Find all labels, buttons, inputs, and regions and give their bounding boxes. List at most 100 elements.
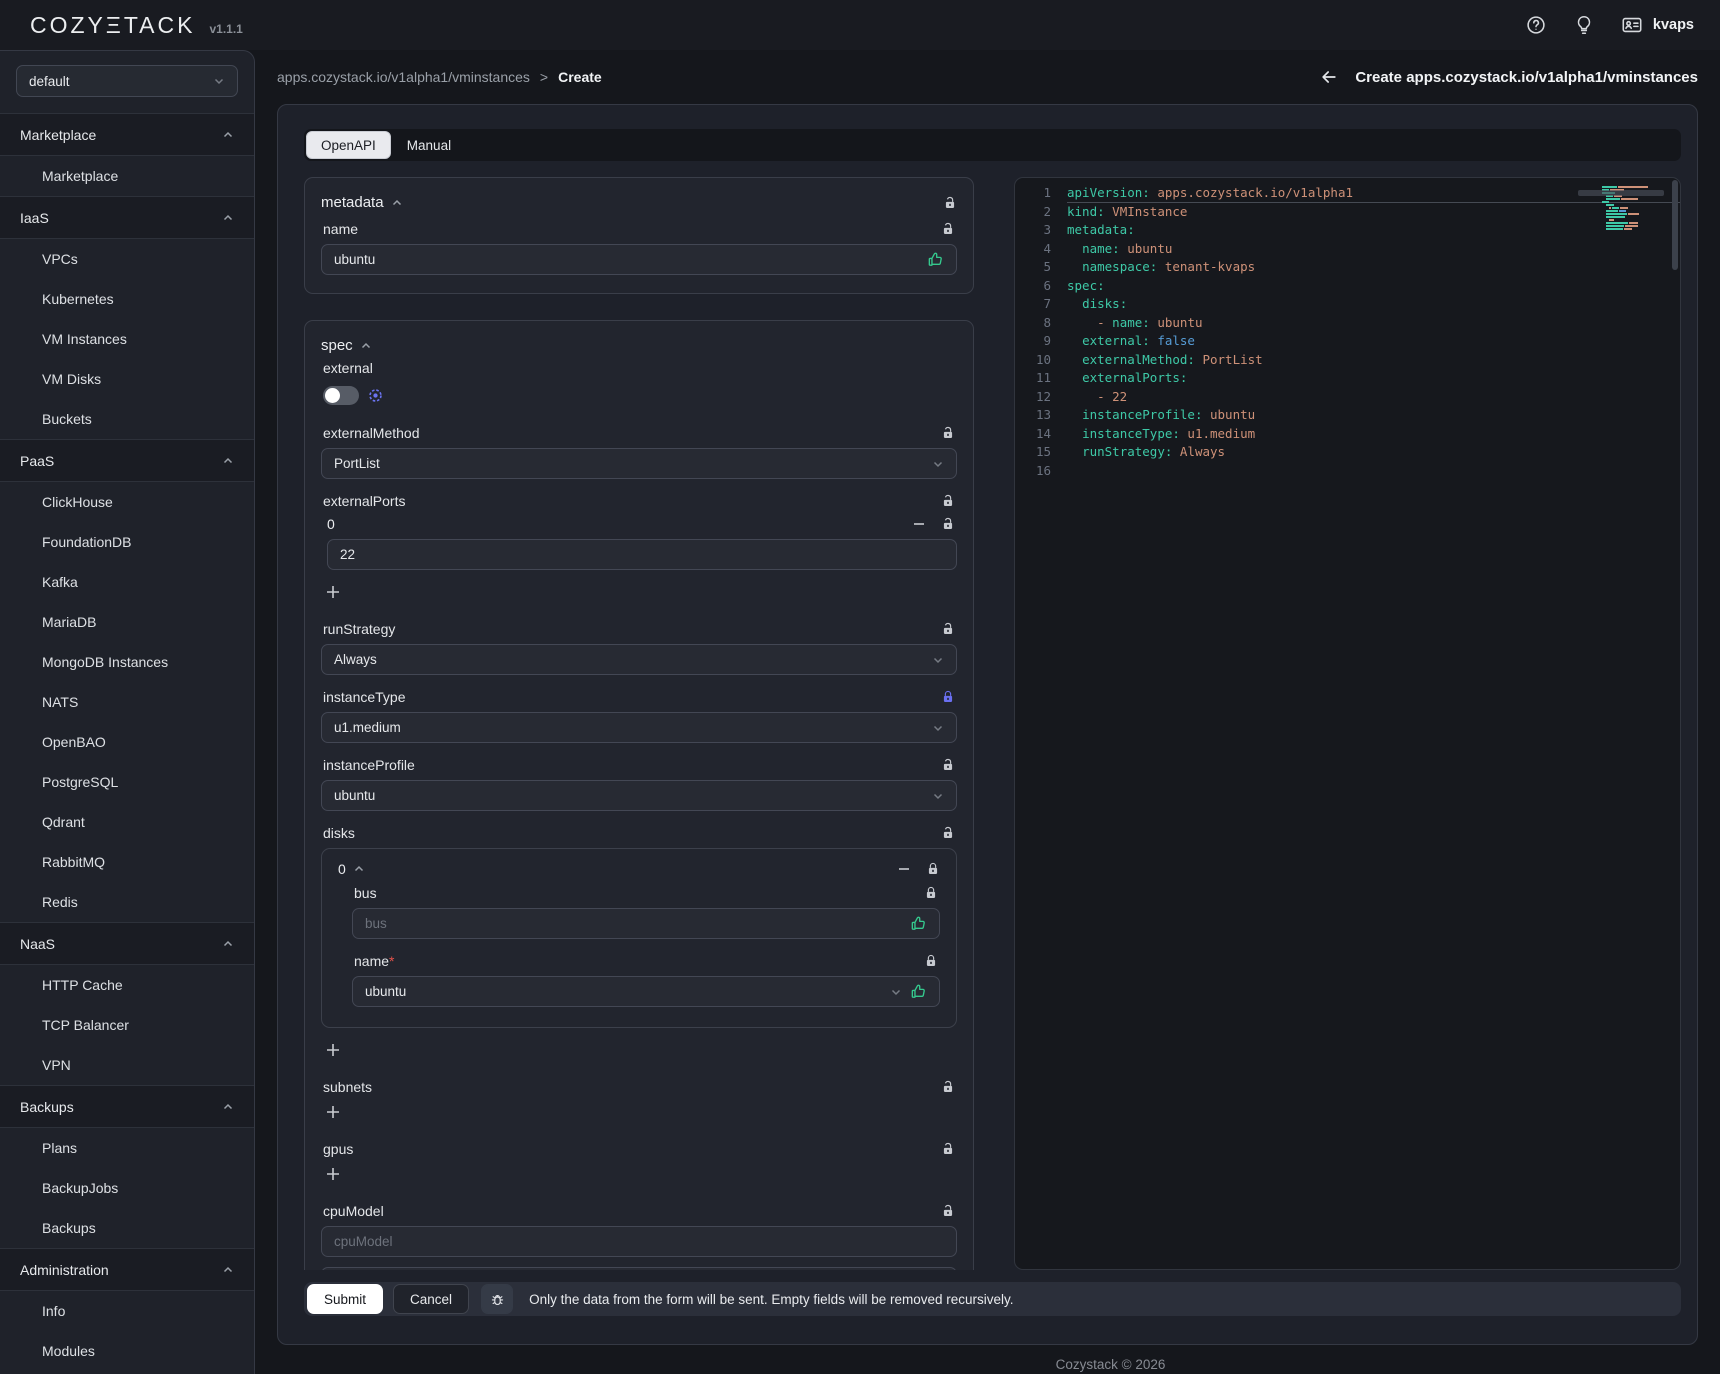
sidebar-section-backups[interactable]: Backups	[0, 1085, 254, 1128]
thumbs-up-icon[interactable]	[910, 983, 927, 1000]
metadata-collapse[interactable]: metadata	[321, 194, 403, 211]
sidebar-section-administration[interactable]: Administration	[0, 1248, 254, 1291]
plus-icon[interactable]	[323, 1040, 343, 1060]
sidebar-item-clickhouse[interactable]: ClickHouse	[0, 482, 254, 522]
code-line[interactable]: 9 external: false	[1015, 332, 1680, 351]
sidebar-item-backupjobs[interactable]: BackupJobs	[0, 1168, 254, 1208]
debug-button[interactable]	[481, 1284, 513, 1314]
user-menu[interactable]: kvaps	[1621, 14, 1694, 36]
sidebar-item-http-cache[interactable]: HTTP Cache	[0, 965, 254, 1005]
instanceProfile-select[interactable]: ubuntu	[321, 780, 957, 811]
next-field-input-partial[interactable]	[321, 1267, 957, 1270]
sidebar-item-qdrant[interactable]: Qdrant	[0, 802, 254, 842]
minimap-slider[interactable]	[1578, 190, 1664, 196]
externalPorts-item-input[interactable]	[340, 547, 944, 562]
sidebar-section-naas[interactable]: NaaS	[0, 922, 254, 965]
instanceType-select[interactable]: u1.medium	[321, 712, 957, 743]
breadcrumb-path[interactable]: apps.cozystack.io/v1alpha1/vminstances	[277, 69, 530, 85]
external-toggle[interactable]	[323, 386, 359, 405]
thumbs-up-icon[interactable]	[927, 251, 944, 268]
disks-bus-input[interactable]	[365, 916, 902, 931]
sidebar-item-redis[interactable]: Redis	[0, 882, 254, 922]
metadata-name-input[interactable]	[334, 252, 919, 267]
plus-icon[interactable]	[323, 1102, 343, 1122]
lock-open-icon[interactable]	[941, 1080, 955, 1094]
code-line[interactable]: 11 externalPorts:	[1015, 369, 1680, 388]
sidebar-item-vpn[interactable]: VPN	[0, 1045, 254, 1085]
tab-openapi[interactable]: OpenAPI	[306, 131, 391, 159]
lock-open-icon[interactable]	[941, 222, 955, 236]
sidebar-item-info[interactable]: Info	[0, 1291, 254, 1331]
sidebar-item-mongodb-instances[interactable]: MongoDB Instances	[0, 642, 254, 682]
code-line[interactable]: 8 - name: ubuntu	[1015, 314, 1680, 333]
code-line[interactable]: 5 namespace: tenant-kvaps	[1015, 258, 1680, 277]
sidebar-item-vm-instances[interactable]: VM Instances	[0, 319, 254, 359]
help-icon[interactable]	[1525, 14, 1547, 36]
cancel-button[interactable]: Cancel	[393, 1284, 469, 1314]
sidebar-item-tcp-balancer[interactable]: TCP Balancer	[0, 1005, 254, 1045]
sidebar-item-openbao[interactable]: OpenBAO	[0, 722, 254, 762]
lock-open-icon[interactable]	[941, 494, 955, 508]
lock-open-icon[interactable]	[941, 517, 955, 531]
minus-icon[interactable]	[896, 861, 912, 877]
code-line[interactable]: 6spec:	[1015, 277, 1680, 296]
lock-open-icon[interactable]	[941, 758, 955, 772]
namespace-select[interactable]: default	[16, 65, 238, 97]
sidebar-item-mariadb[interactable]: MariaDB	[0, 602, 254, 642]
code-line[interactable]: 7 disks:	[1015, 295, 1680, 314]
sidebar-section-paas[interactable]: PaaS	[0, 439, 254, 482]
plus-icon[interactable]	[323, 1164, 343, 1184]
sidebar-item-nats[interactable]: NATS	[0, 682, 254, 722]
lock-open-icon[interactable]	[941, 622, 955, 636]
code-line[interactable]: 14 instanceType: u1.medium	[1015, 425, 1680, 444]
code-line[interactable]: 10 externalMethod: PortList	[1015, 351, 1680, 370]
code-line[interactable]: 13 instanceProfile: ubuntu	[1015, 406, 1680, 425]
sidebar-item-marketplace[interactable]: Marketplace	[0, 156, 254, 196]
code-line[interactable]: 16	[1015, 462, 1680, 481]
sidebar-item-foundationdb[interactable]: FoundationDB	[0, 522, 254, 562]
sidebar-section-iaas[interactable]: IaaS	[0, 196, 254, 239]
sidebar-item-vpcs[interactable]: VPCs	[0, 239, 254, 279]
lock-open-icon[interactable]	[941, 1204, 955, 1218]
lock-closed-icon[interactable]	[924, 886, 938, 900]
runStrategy-select[interactable]: Always	[321, 644, 957, 675]
disks-name-select[interactable]: ubuntu	[352, 976, 940, 1007]
plus-icon[interactable]	[323, 582, 343, 602]
lock-open-icon[interactable]	[941, 1142, 955, 1156]
sidebar-section-marketplace[interactable]: Marketplace	[0, 113, 254, 156]
code-line[interactable]: 3metadata:	[1015, 221, 1680, 240]
sidebar-item-modules[interactable]: Modules	[0, 1331, 254, 1371]
sidebar-item-backups[interactable]: Backups	[0, 1208, 254, 1248]
spec-collapse[interactable]: spec	[321, 337, 372, 354]
sidebar-item-kafka[interactable]: Kafka	[0, 562, 254, 602]
sidebar-item-vm-disks[interactable]: VM Disks	[0, 359, 254, 399]
yaml-editor[interactable]: 1apiVersion: apps.cozystack.io/v1alpha12…	[1014, 177, 1681, 1270]
cpuModel-input[interactable]	[334, 1234, 944, 1249]
lock-open-icon[interactable]	[943, 196, 957, 210]
disks-item-collapse[interactable]: 0	[338, 861, 365, 877]
editor-scrollbar[interactable]	[1672, 180, 1678, 270]
externalMethod-select[interactable]: PortList	[321, 448, 957, 479]
code-line[interactable]: 2kind: VMInstance	[1015, 203, 1680, 222]
lock-closed-icon[interactable]	[924, 954, 938, 968]
sidebar-item-plans[interactable]: Plans	[0, 1128, 254, 1168]
tab-manual[interactable]: Manual	[393, 131, 465, 159]
sidebar-item-kubernetes[interactable]: Kubernetes	[0, 279, 254, 319]
sidebar-item-rabbitmq[interactable]: RabbitMQ	[0, 842, 254, 882]
lock-closed-icon[interactable]	[941, 690, 955, 704]
code-line[interactable]: 12 - 22	[1015, 388, 1680, 407]
editor-minimap[interactable]	[1602, 186, 1666, 234]
thumbs-up-icon[interactable]	[910, 915, 927, 932]
back-arrow-icon[interactable]	[1319, 67, 1339, 87]
sidebar-item-postgresql[interactable]: PostgreSQL	[0, 762, 254, 802]
sidebar-item-buckets[interactable]: Buckets	[0, 399, 254, 439]
lightbulb-icon[interactable]	[1573, 14, 1595, 36]
minus-icon[interactable]	[911, 516, 927, 532]
code-line[interactable]: 15 runStrategy: Always	[1015, 443, 1680, 462]
lock-open-icon[interactable]	[941, 426, 955, 440]
lock-open-icon[interactable]	[941, 826, 955, 840]
lock-closed-icon[interactable]	[926, 862, 940, 876]
submit-button[interactable]: Submit	[307, 1284, 383, 1314]
radio-indicator-icon[interactable]	[368, 388, 383, 403]
code-line[interactable]: 4 name: ubuntu	[1015, 240, 1680, 259]
